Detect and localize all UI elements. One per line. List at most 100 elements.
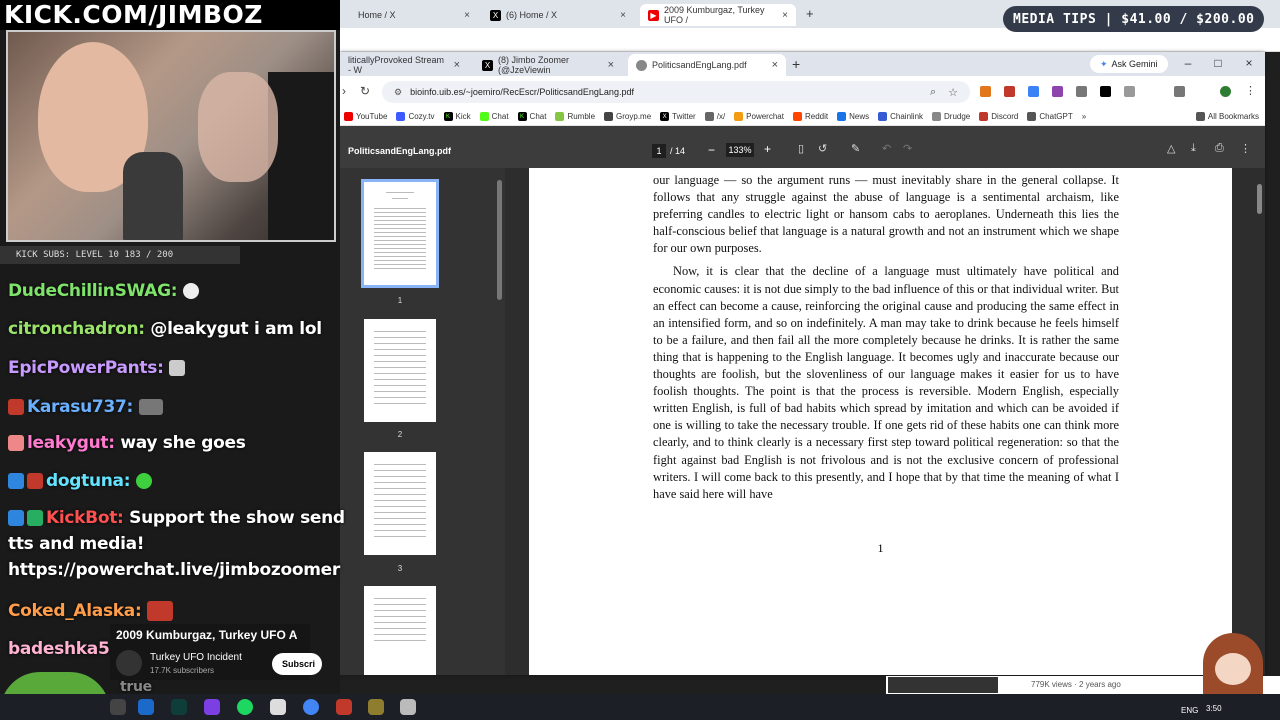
bookmark-star-icon[interactable]: ☆ bbox=[948, 86, 958, 99]
menu-icon[interactable]: ⋮ bbox=[1245, 84, 1256, 97]
annotate-icon[interactable]: ✎ bbox=[851, 142, 860, 155]
close-window-icon[interactable]: × bbox=[1239, 56, 1259, 70]
bookmark-chatgpt[interactable]: ChatGPT bbox=[1027, 112, 1073, 121]
undo-icon[interactable]: ↶ bbox=[882, 142, 891, 155]
bookmark-news[interactable]: News bbox=[837, 112, 869, 121]
reading-list-icon[interactable] bbox=[1174, 86, 1185, 97]
thumbnail-page-4[interactable] bbox=[364, 586, 436, 675]
print-icon[interactable]: ⎙ bbox=[1215, 142, 1224, 155]
subscribe-button[interactable]: Subscri bbox=[272, 653, 322, 675]
taskbar-clock[interactable]: 3:50 bbox=[1206, 704, 1222, 713]
drive-icon[interactable]: △ bbox=[1167, 142, 1175, 155]
back-tab-ufo[interactable]: ▶ 2009 Kumburgaz, Turkey UFO / × bbox=[640, 4, 796, 26]
bookmark-twitter[interactable]: X Twitter bbox=[660, 112, 696, 121]
spotify-icon[interactable] bbox=[237, 699, 253, 715]
close-icon[interactable]: × bbox=[454, 59, 460, 71]
bookmark-cozy[interactable]: Cozy.tv bbox=[396, 112, 435, 121]
bookmark-kick[interactable]: K Kick bbox=[443, 112, 471, 121]
page-total: / 14 bbox=[670, 146, 686, 156]
minimize-icon[interactable]: – bbox=[1178, 56, 1198, 70]
youtube-icon: ▶ bbox=[648, 9, 659, 21]
forward-icon[interactable]: › bbox=[342, 84, 346, 98]
extension-icon[interactable] bbox=[1052, 86, 1063, 97]
bookmark-powerchat[interactable]: Powerchat bbox=[734, 112, 784, 121]
groyp-icon bbox=[604, 112, 614, 121]
tab-stream[interactable]: liticallyProvoked Stream - W × bbox=[340, 54, 468, 76]
bookmark-reddit[interactable]: Reddit bbox=[792, 112, 828, 121]
bookmark-drudge[interactable]: Drudge bbox=[932, 112, 970, 121]
maximize-icon[interactable]: □ bbox=[1208, 56, 1228, 70]
bookmark-groyp[interactable]: Groyp.me bbox=[604, 112, 651, 121]
all-bookmarks[interactable]: All Bookmarks bbox=[1195, 112, 1259, 121]
emote-icon bbox=[138, 399, 163, 415]
channel-name[interactable]: Turkey UFO Incident bbox=[150, 652, 242, 663]
taskbar-app-icon[interactable] bbox=[110, 699, 126, 715]
terminal-icon[interactable] bbox=[171, 699, 187, 715]
site-info-icon[interactable]: ⚙ bbox=[394, 87, 402, 98]
discord-taskbar-icon[interactable] bbox=[204, 699, 220, 715]
thumbnail-label: 3 bbox=[397, 564, 403, 573]
more-icon[interactable]: ⋮ bbox=[1240, 142, 1251, 155]
bookmark-x[interactable]: /x/ bbox=[704, 112, 725, 121]
video-title[interactable]: 2009 Kumburgaz, Turkey UFO A bbox=[116, 628, 297, 642]
new-tab-icon[interactable]: + bbox=[792, 56, 800, 72]
extension-icon[interactable] bbox=[1028, 86, 1039, 97]
mascot-avatar bbox=[1203, 633, 1263, 703]
extension-icon[interactable] bbox=[1076, 86, 1087, 97]
thumbnail-label: 2 bbox=[397, 430, 403, 439]
thumbnail-page-1[interactable] bbox=[361, 179, 439, 288]
puzzle-icon[interactable] bbox=[1124, 86, 1135, 97]
app-icon[interactable] bbox=[400, 699, 416, 715]
app-icon[interactable] bbox=[368, 699, 384, 715]
metamask-icon[interactable] bbox=[980, 86, 991, 97]
download-icon[interactable]: ⤓ bbox=[1191, 142, 1196, 155]
more-bookmarks-icon[interactable]: » bbox=[1082, 112, 1086, 121]
zoom-in-button[interactable]: + bbox=[764, 142, 771, 156]
back-tab-home-x[interactable]: Home / X × bbox=[350, 4, 478, 26]
bookmark-discord[interactable]: Discord bbox=[979, 112, 1018, 121]
page-number-input[interactable]: 1 bbox=[652, 144, 666, 158]
zoom-icon[interactable]: ⌕ bbox=[930, 86, 936, 99]
address-bar[interactable]: ⚙ bioinfo.uib.es/~joemiro/RecEscr/Politi… bbox=[382, 81, 970, 103]
bookmark-chainlink[interactable]: Chainlink bbox=[878, 112, 923, 121]
chrome-icon[interactable] bbox=[303, 699, 319, 715]
redo-icon[interactable]: ↷ bbox=[903, 142, 912, 155]
x-extension-icon[interactable] bbox=[1100, 86, 1111, 97]
close-icon[interactable]: × bbox=[608, 59, 614, 71]
thumbnail-scrollbar[interactable] bbox=[497, 180, 502, 300]
zoom-level[interactable]: 133% bbox=[726, 143, 754, 157]
video-thumbnail[interactable] bbox=[888, 677, 998, 693]
close-icon[interactable]: × bbox=[782, 10, 788, 21]
language-indicator[interactable]: ENG bbox=[1181, 706, 1198, 715]
rotate-icon[interactable]: ↺ bbox=[818, 142, 827, 155]
new-tab-icon[interactable]: + bbox=[806, 6, 814, 21]
tab-pdf[interactable]: PoliticsandEngLang.pdf × bbox=[628, 54, 786, 76]
app-icon[interactable] bbox=[336, 699, 352, 715]
fit-page-icon[interactable]: ▯ bbox=[798, 142, 804, 155]
close-icon[interactable]: × bbox=[620, 10, 626, 21]
steam-icon[interactable] bbox=[138, 699, 154, 715]
explorer-icon[interactable] bbox=[270, 699, 286, 715]
page-scrollbar[interactable] bbox=[1257, 184, 1262, 214]
bookmark-chat-2[interactable]: K Chat bbox=[517, 112, 546, 121]
avatar[interactable] bbox=[1220, 86, 1231, 97]
extension-icon[interactable] bbox=[1004, 86, 1015, 97]
close-icon[interactable]: × bbox=[772, 59, 778, 71]
webcam-feed bbox=[6, 30, 336, 242]
chatgpt-icon bbox=[1027, 112, 1037, 121]
bookmark-rumble[interactable]: Rumble bbox=[555, 112, 595, 121]
youtube-icon bbox=[344, 112, 353, 121]
verified-badge-icon bbox=[8, 510, 24, 526]
channel-avatar[interactable] bbox=[116, 650, 142, 676]
back-tab-home-x-6[interactable]: X (6) Home / X × bbox=[482, 4, 634, 26]
tab-jimbo-zoomer[interactable]: X (8) Jimbo Zoomer (@JzeViewin × bbox=[474, 54, 622, 76]
page-number: 1 bbox=[877, 541, 884, 555]
close-icon[interactable]: × bbox=[464, 10, 470, 21]
thumbnail-page-2[interactable] bbox=[364, 319, 436, 422]
bookmark-youtube[interactable]: YouTube bbox=[344, 112, 387, 121]
bookmark-chat[interactable]: Chat bbox=[479, 112, 509, 121]
zoom-out-button[interactable]: − bbox=[708, 143, 715, 157]
thumbnail-page-3[interactable] bbox=[364, 452, 436, 555]
ask-gemini-button[interactable]: ✦ Ask Gemini bbox=[1090, 55, 1168, 73]
reload-icon[interactable]: ↻ bbox=[360, 84, 370, 98]
